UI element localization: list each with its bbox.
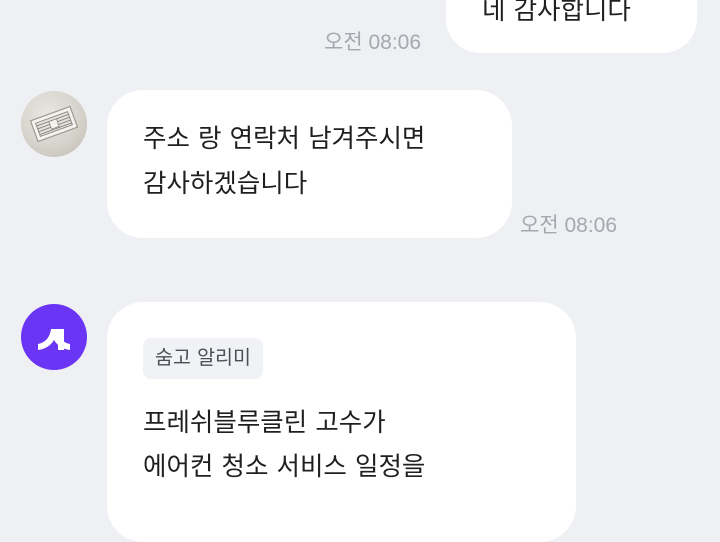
notification-message-text: 프레쉬블루클린 고수가 에어컨 청소 서비스 일정을 [143,408,426,482]
outgoing-message-text: 네 감사합니다 [482,0,631,26]
air-conditioner-photo-icon [29,105,79,143]
soomgo-logo-icon [38,329,70,350]
soomgo-avatar[interactable] [21,304,87,370]
sender-tag-badge: 숨고 알리미 [143,338,263,379]
incoming-message-text: 주소 랑 연락처 남겨주시면 감사하겠습니다 [143,124,426,199]
outgoing-message-time: 오전 08:06 [324,31,422,54]
sender-avatar[interactable] [21,91,87,157]
notification-message-bubble[interactable]: 숨고 알리미 프레쉬블루클린 고수가 에어컨 청소 서비스 일정을 [107,302,576,542]
incoming-message-time: 오전 08:06 [520,214,618,237]
incoming-message-bubble[interactable]: 주소 랑 연락처 남겨주시면 감사하겠습니다 [107,90,512,238]
outgoing-message-bubble[interactable]: 네 감사합니다 [446,0,697,53]
